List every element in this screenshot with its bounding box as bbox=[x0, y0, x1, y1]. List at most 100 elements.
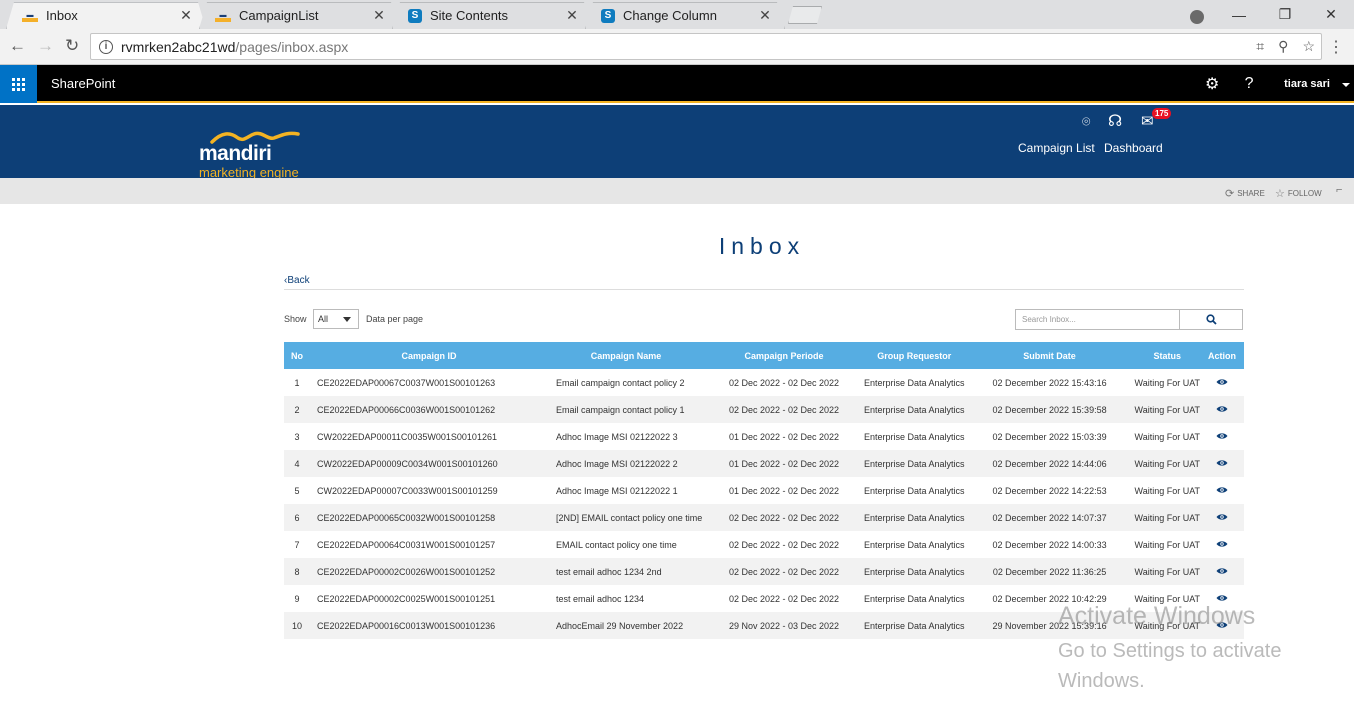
location-pin-icon[interactable]: ⌾ bbox=[1082, 113, 1090, 130]
table-row[interactable]: 8 CE2022EDAP00002C0026W001S00101252 test e… bbox=[284, 558, 1244, 585]
table-row[interactable]: 1 CE2022EDAP00067C0037W001S00101263 Email … bbox=[284, 369, 1244, 396]
status-cell: Waiting For UAT bbox=[1134, 450, 1201, 477]
back-link[interactable]: ‹Back bbox=[284, 275, 310, 286]
search-input[interactable]: Search Inbox... bbox=[1015, 309, 1180, 330]
view-eye-icon[interactable] bbox=[1216, 432, 1228, 440]
view-eye-icon[interactable] bbox=[1216, 594, 1228, 602]
row-no: 6 bbox=[284, 504, 310, 531]
action-cell bbox=[1200, 504, 1244, 531]
table-row[interactable]: 6 CE2022EDAP00065C0032W001S00101258 [2ND] … bbox=[284, 504, 1244, 531]
focus-content-icon[interactable]: ⌐ bbox=[1336, 184, 1342, 196]
address-bar[interactable]: i rvmrken2abc21wd/pages/inbox.aspx ⌗ ⚲ ☆ bbox=[90, 33, 1322, 60]
status-cell: Waiting For UAT bbox=[1134, 377, 1201, 388]
forward-arrow-icon[interactable]: → bbox=[37, 36, 54, 56]
action-cell bbox=[1200, 450, 1244, 477]
campaign-periode-cell: 01 Dec 2022 - 02 Dec 2022 bbox=[728, 485, 840, 496]
browser-tab-campaignlist[interactable]: ▬ CampaignList ✕ bbox=[199, 2, 399, 29]
profile-icon[interactable] bbox=[1190, 10, 1204, 24]
view-eye-icon[interactable] bbox=[1216, 486, 1228, 494]
minimize-icon[interactable]: — bbox=[1216, 7, 1262, 23]
campaign-name-cell: EMAIL contact policy one time bbox=[556, 539, 677, 550]
header-group-requestor[interactable]: Group Requestor bbox=[864, 342, 965, 369]
view-eye-icon[interactable] bbox=[1216, 405, 1228, 413]
new-tab-button[interactable] bbox=[788, 6, 822, 24]
header-action: Action bbox=[1200, 342, 1244, 369]
window-controls: — ❐ ✕ bbox=[1216, 0, 1354, 29]
action-cell bbox=[1200, 423, 1244, 450]
chevron-down-icon bbox=[343, 317, 351, 326]
action-cell bbox=[1200, 531, 1244, 558]
view-eye-icon[interactable] bbox=[1216, 621, 1228, 629]
campaign-id-cell: CE2022EDAP00016C0013W001S00101236 bbox=[310, 612, 548, 639]
translate-icon[interactable]: ⌗ bbox=[1256, 38, 1264, 55]
info-icon[interactable]: i bbox=[99, 39, 113, 54]
campaign-id-cell: CE2022EDAP00064C0031W001S00101257 bbox=[317, 539, 496, 550]
table-row[interactable]: 4 CW2022EDAP00009C0034W001S00101260 Adhoc … bbox=[284, 450, 1244, 477]
table-row[interactable]: 2 CE2022EDAP00066C0036W001S00101262 Email … bbox=[284, 396, 1244, 423]
mail-count-badge: 175 bbox=[1152, 108, 1172, 119]
table-row[interactable]: 10 CE2022EDAP00016C0013W001S00101236 Adhoc… bbox=[284, 612, 1244, 639]
nav-campaign-list[interactable]: Campaign List bbox=[1018, 141, 1095, 155]
group-requestor-cell: Enterprise Data Analytics bbox=[864, 485, 965, 496]
header-campaign-periode[interactable]: Campaign Periode bbox=[704, 342, 864, 369]
sharepoint-favicon-icon: S bbox=[408, 8, 422, 23]
table-row[interactable]: 3 CW2022EDAP00011C0035W001S00101261 Adhoc … bbox=[284, 423, 1244, 450]
bookmark-star-icon[interactable]: ☆ bbox=[1302, 38, 1315, 55]
header-campaign-name[interactable]: Campaign Name bbox=[548, 342, 704, 369]
status-cell: Waiting For UAT bbox=[1134, 485, 1201, 496]
search-button[interactable] bbox=[1180, 309, 1243, 330]
reload-icon[interactable]: ↻ bbox=[65, 36, 79, 56]
view-eye-icon[interactable] bbox=[1216, 567, 1228, 575]
row-no: 2 bbox=[284, 396, 310, 423]
tab-label: Inbox bbox=[46, 8, 78, 23]
tab-label: Site Contents bbox=[430, 8, 509, 23]
browser-tab-inbox[interactable]: ▬ Inbox ✕ bbox=[6, 2, 206, 29]
row-no: 8 bbox=[284, 558, 310, 585]
show-label: Show bbox=[284, 314, 307, 324]
campaign-name-cell: Adhoc Image MSI 02122022 2 bbox=[548, 450, 704, 477]
close-tab-icon[interactable]: ✕ bbox=[369, 7, 389, 24]
per-page-select[interactable]: All bbox=[313, 309, 359, 329]
browser-tab-change-column[interactable]: S Change Column ✕ bbox=[585, 2, 785, 29]
help-icon[interactable]: ? bbox=[1230, 75, 1268, 93]
support-agent-icon[interactable]: ☊ bbox=[1108, 111, 1122, 131]
view-eye-icon[interactable] bbox=[1216, 459, 1228, 467]
app-launcher-icon[interactable] bbox=[0, 65, 37, 103]
sharepoint-title[interactable]: SharePoint bbox=[51, 76, 115, 91]
close-tab-icon[interactable]: ✕ bbox=[562, 7, 582, 24]
table-row[interactable]: 9 CE2022EDAP00002C0025W001S00101251 test e… bbox=[284, 585, 1244, 612]
nav-dashboard[interactable]: Dashboard bbox=[1104, 141, 1163, 155]
campaign-name-cell: test email adhoc 1234 bbox=[556, 593, 645, 604]
tab-label: CampaignList bbox=[239, 8, 319, 23]
zoom-icon[interactable]: ⚲ bbox=[1278, 38, 1288, 55]
browser-menu-icon[interactable]: ⋮ bbox=[1328, 37, 1344, 57]
tab-label: Change Column bbox=[623, 8, 717, 23]
view-eye-icon[interactable] bbox=[1216, 378, 1228, 386]
search-icon bbox=[1205, 314, 1217, 325]
header-status[interactable]: Status bbox=[1134, 342, 1201, 369]
close-window-icon[interactable]: ✕ bbox=[1308, 6, 1354, 23]
browser-tab-site-contents[interactable]: S Site Contents ✕ bbox=[392, 2, 592, 29]
action-cell bbox=[1200, 369, 1244, 396]
header-submit-date[interactable]: Submit Date bbox=[964, 342, 1135, 369]
status-cell: Waiting For UAT bbox=[1134, 612, 1201, 639]
view-eye-icon[interactable] bbox=[1216, 513, 1228, 521]
action-cell bbox=[1200, 396, 1244, 423]
back-arrow-icon[interactable]: ← bbox=[9, 36, 26, 56]
table-row[interactable]: 7 CE2022EDAP00064C0031W001S00101257 EMAIL … bbox=[284, 531, 1244, 558]
browser-tab-strip: ▬ Inbox ✕ ▬ CampaignList ✕ S Site Conten… bbox=[0, 0, 1354, 29]
settings-gear-icon[interactable]: ⚙ bbox=[1194, 74, 1230, 94]
close-tab-icon[interactable]: ✕ bbox=[755, 7, 775, 24]
table-row[interactable]: 5 CW2022EDAP00007C0033W001S00101259 Adhoc … bbox=[284, 477, 1244, 504]
share-button[interactable]: ⟳ SHARE bbox=[1225, 187, 1265, 200]
view-eye-icon[interactable] bbox=[1216, 540, 1228, 548]
action-cell bbox=[1200, 612, 1244, 639]
follow-button[interactable]: ☆ FOLLOW bbox=[1275, 187, 1322, 200]
header-campaign-id[interactable]: Campaign ID bbox=[310, 342, 548, 369]
close-tab-icon[interactable]: ✕ bbox=[176, 7, 196, 24]
group-requestor-cell: Enterprise Data Analytics bbox=[864, 377, 965, 388]
header-no[interactable]: No bbox=[284, 342, 310, 369]
divider bbox=[284, 289, 1244, 290]
user-menu[interactable]: tiara sari bbox=[1268, 78, 1354, 90]
restore-icon[interactable]: ❐ bbox=[1262, 6, 1308, 23]
